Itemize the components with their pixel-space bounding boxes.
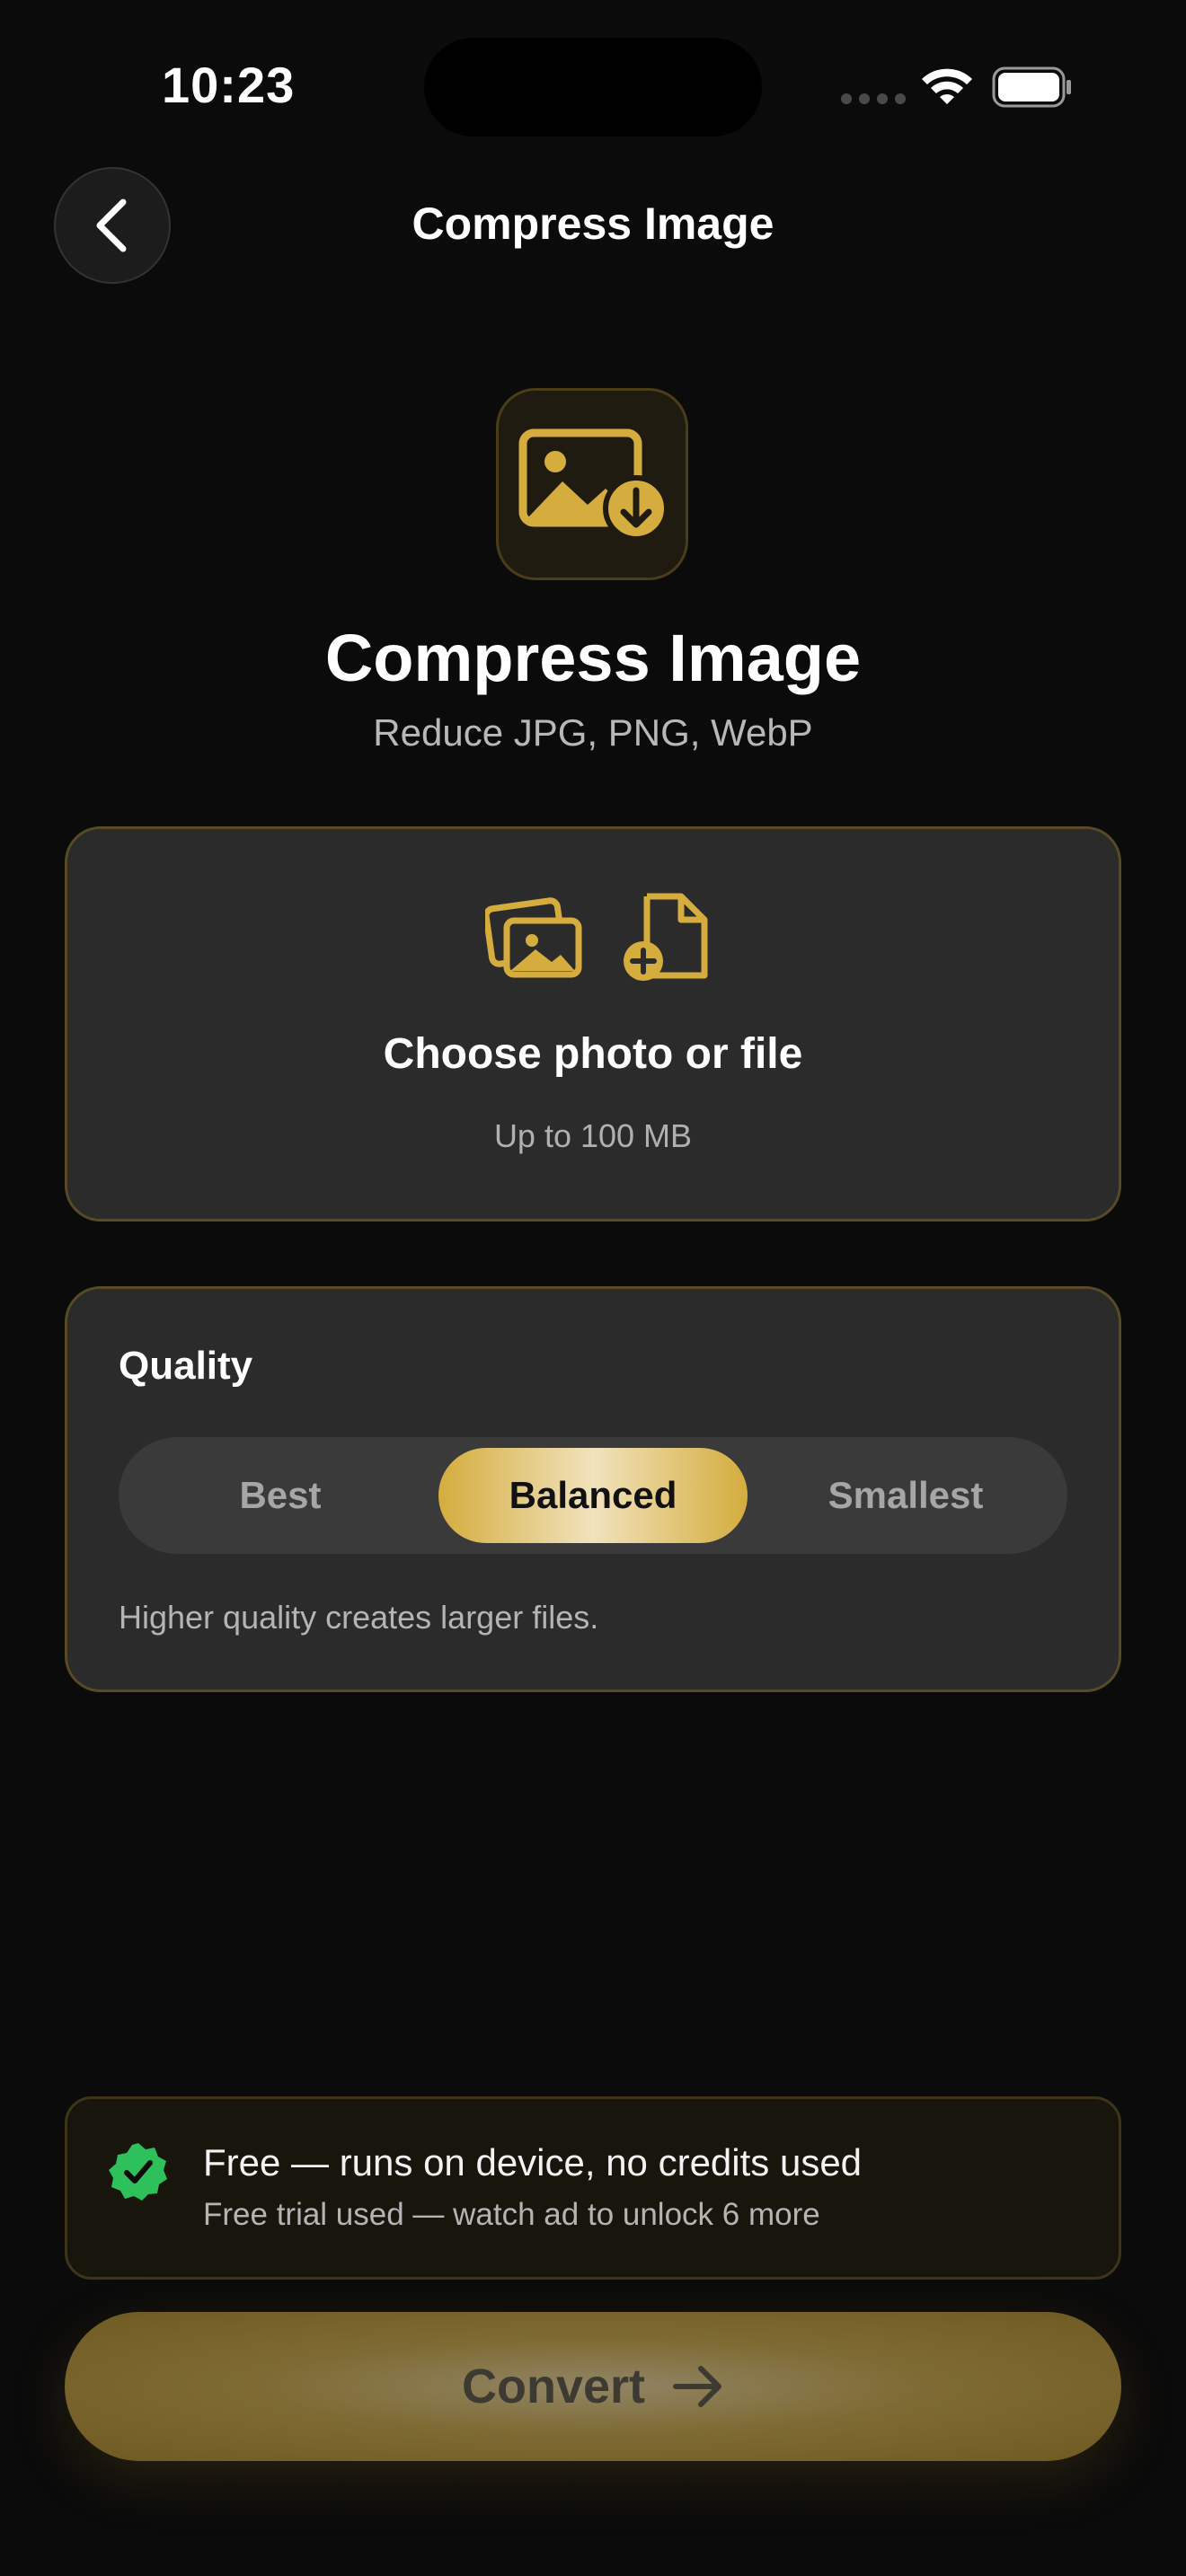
nav-title: Compress Image: [412, 198, 774, 249]
file-size-limit: Up to 100 MB: [493, 1117, 693, 1154]
wifi-icon: [922, 68, 972, 104]
convert-button[interactable]: Convert: [65, 2312, 1121, 2461]
quality-label: Quality: [119, 1344, 253, 1388]
free-banner-subtitle: Free trial used — watch ad to unlock 6 m…: [203, 2197, 820, 2232]
page-subtitle: Reduce JPG, PNG, WebP: [373, 711, 813, 754]
upload-icons: [485, 893, 710, 983]
quality-hint: Higher quality creates larger files.: [119, 1599, 599, 1636]
photos-icon: [485, 897, 582, 978]
dynamic-island: [424, 38, 762, 137]
quality-option-best[interactable]: Best: [119, 1437, 442, 1554]
file-add-icon: [624, 893, 708, 981]
verified-check-icon: [109, 2143, 167, 2201]
battery-icon: [992, 66, 1071, 108]
arrow-right-icon: [673, 2366, 722, 2407]
choose-file-card[interactable]: [65, 826, 1121, 1222]
image-download-icon: [518, 428, 668, 542]
convert-label: Convert: [461, 2360, 646, 2413]
choose-file-title: Choose photo or file: [383, 1030, 803, 1078]
quality-option-balanced[interactable]: Balanced: [438, 1448, 748, 1543]
quality-option-smallest[interactable]: Smallest: [744, 1437, 1067, 1554]
free-banner-title: Free — runs on device, no credits used: [203, 2141, 863, 2183]
status-time: 10:23: [162, 57, 296, 113]
page-title: Compress Image: [324, 621, 862, 695]
cellular-signal-icon: [841, 93, 906, 104]
quality-segmented-control: Best Balanced Smallest: [119, 1437, 1067, 1554]
free-banner: [65, 2096, 1121, 2280]
hero-icon-tile: [496, 388, 688, 580]
